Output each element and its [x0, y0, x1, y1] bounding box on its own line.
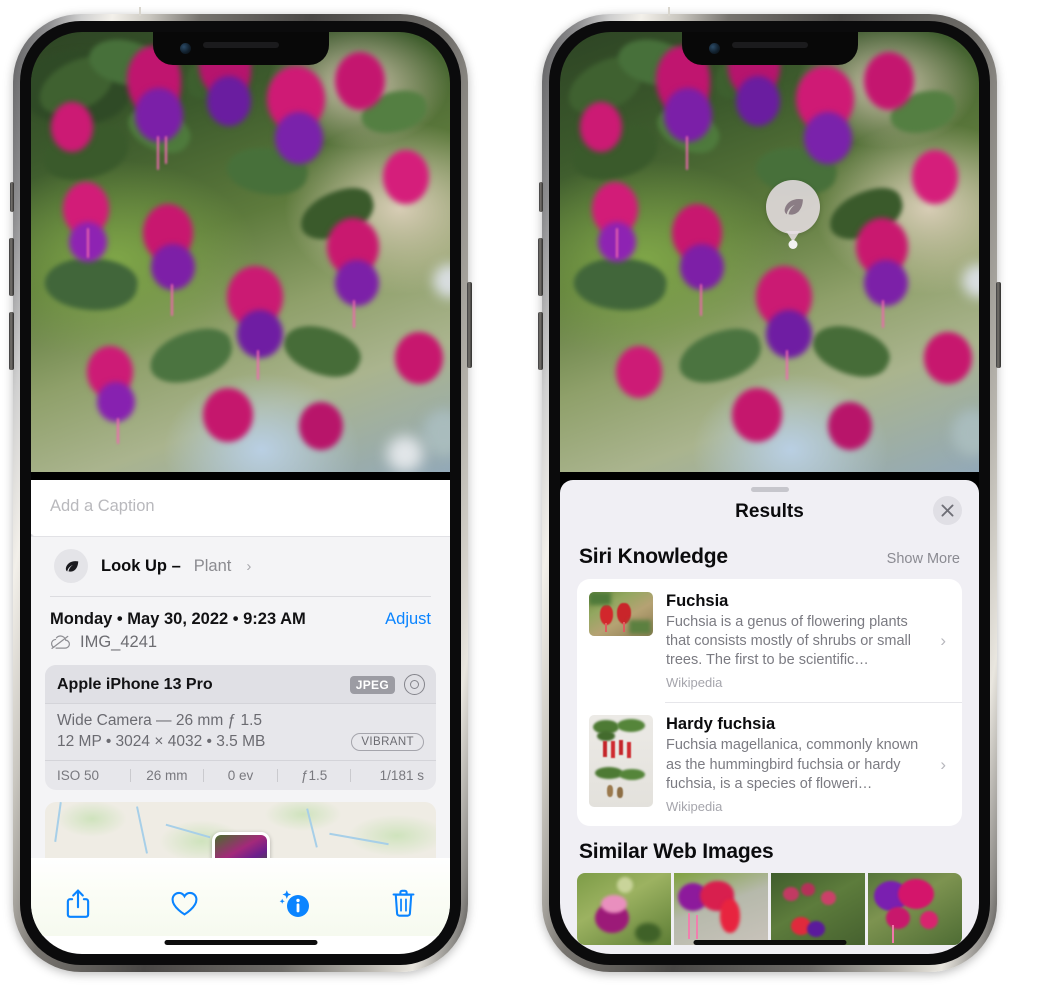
close-icon[interactable]	[933, 496, 962, 525]
iphone-right: Results Siri Knowledge Show More Fuchsia…	[538, 7, 1001, 972]
map-photo-pin	[211, 832, 270, 858]
screen-right: Results Siri Knowledge Show More Fuchsia…	[560, 32, 979, 954]
look-up-section: ✦ ✦ Look Up – Plant ›	[31, 529, 450, 858]
chevron-right-icon: ›	[940, 754, 946, 774]
info-sparkle-icon[interactable]	[278, 888, 312, 920]
adjust-button[interactable]: Adjust	[385, 610, 431, 629]
side-power-button[interactable]	[996, 282, 1001, 368]
knowledge-source: Wikipedia	[666, 798, 723, 814]
notch	[152, 32, 329, 65]
raw-circle-icon	[404, 674, 425, 695]
similar-web-images-header: Similar Web Images	[560, 826, 979, 873]
iphone-left: Add a Caption ✦ ✦ Look Up –	[9, 7, 472, 972]
phone-bezel: Results Siri Knowledge Show More Fuchsia…	[549, 21, 990, 965]
chevron-right-icon: ›	[940, 631, 946, 651]
knowledge-title: Fuchsia	[666, 592, 729, 610]
antenna-line	[139, 7, 141, 16]
photo-info-sheet: Add a Caption ✦ ✦ Look Up –	[31, 480, 450, 954]
similar-web-images-title: Similar Web Images	[579, 839, 774, 863]
volume-down-button[interactable]	[538, 312, 543, 370]
exif-shutter: 1/181 s	[379, 768, 424, 783]
similar-web-images-strip[interactable]	[560, 872, 979, 945]
mute-switch[interactable]	[539, 182, 543, 212]
siri-knowledge-title: Siri Knowledge	[579, 545, 728, 568]
web-image-3[interactable]	[771, 872, 865, 945]
camera-card-header: Apple iPhone 13 Pro JPEG	[45, 665, 436, 704]
home-indicator[interactable]	[164, 939, 317, 945]
photo-toolbar	[31, 858, 450, 936]
notch	[681, 32, 858, 65]
share-icon[interactable]	[65, 888, 91, 920]
web-image-4[interactable]	[868, 872, 962, 945]
siri-knowledge-card: Fuchsia Fuchsia is a genus of flowering …	[577, 579, 962, 826]
mute-switch[interactable]	[10, 182, 14, 212]
show-more-button[interactable]: Show More	[887, 551, 960, 567]
image-specs: 12 MP • 3024 × 4032 • 3.5 MB	[57, 733, 266, 750]
look-up-value: Plant	[193, 556, 232, 575]
earpiece-speaker	[202, 42, 279, 48]
exif-row: ISO 50 26 mm 0 ev ƒ1.5 1/181 s	[45, 760, 436, 790]
knowledge-description: Fuchsia magellanica, commonly known as t…	[666, 737, 919, 792]
knowledge-source: Wikipedia	[666, 675, 723, 691]
photo-fuchsia-right[interactable]	[560, 32, 979, 472]
sparkle-icon: ✦	[31, 529, 35, 545]
visual-look-up-pin[interactable]	[766, 180, 820, 234]
home-indicator[interactable]	[693, 939, 846, 945]
photo-fuchsia-left[interactable]	[31, 32, 450, 472]
side-power-button[interactable]	[467, 282, 472, 368]
results-sheet: Results Siri Knowledge Show More Fuchsia…	[560, 480, 979, 954]
format-badge: JPEG	[349, 675, 395, 694]
volume-up-button[interactable]	[9, 238, 14, 296]
exif-iso: ISO 50	[57, 768, 100, 783]
exif-focal: 26 mm	[146, 768, 188, 783]
camera-card-body: Wide Camera — 26 mm ƒ 1.5 12 MP • 3024 ×…	[45, 704, 436, 760]
volume-up-button[interactable]	[538, 238, 543, 296]
fuchsia-thumb	[589, 592, 653, 636]
leaf-icon	[779, 193, 807, 221]
filename-row: IMG_4241	[31, 629, 450, 665]
look-up-label: Look Up –	[101, 556, 181, 575]
volume-down-button[interactable]	[9, 312, 14, 370]
caption-field-row[interactable]: Add a Caption	[31, 480, 450, 536]
camera-model: Apple iPhone 13 Pro	[57, 675, 213, 693]
screen-left: Add a Caption ✦ ✦ Look Up –	[31, 32, 450, 954]
look-up-row[interactable]: ✦ ✦ Look Up – Plant ›	[31, 529, 450, 596]
earpiece-speaker	[731, 42, 808, 48]
list-item[interactable]: Hardy fuchsia Fuchsia magellanica, commo…	[577, 702, 962, 825]
photo-filename: IMG_4241	[80, 633, 158, 651]
phone-bezel: Add a Caption ✦ ✦ Look Up –	[20, 21, 461, 965]
location-map[interactable]	[45, 802, 436, 858]
results-title: Results	[735, 501, 804, 522]
heart-icon[interactable]	[170, 890, 199, 917]
photo-date: Monday • May 30, 2022 • 9:23 AM	[50, 610, 306, 628]
results-header: Results	[560, 492, 979, 536]
lens-info: Wide Camera — 26 mm ƒ 1.5	[57, 712, 263, 729]
knowledge-description: Fuchsia is a genus of flowering plants t…	[666, 614, 911, 669]
exif-aperture: ƒ1.5	[300, 768, 328, 783]
screenshot-stage: Add a Caption ✦ ✦ Look Up –	[0, 0, 1055, 985]
photographic-style-badge: VIBRANT	[351, 733, 424, 751]
camera-info-card[interactable]: Apple iPhone 13 Pro JPEG Wide Camera — 2…	[45, 665, 436, 790]
front-camera	[179, 43, 191, 54]
front-camera	[708, 43, 720, 54]
caption-input[interactable]: Add a Caption	[50, 497, 431, 516]
date-row: Monday • May 30, 2022 • 9:23 AM Adjust	[31, 597, 450, 629]
leaf-icon	[54, 549, 88, 583]
web-image-1[interactable]	[577, 872, 671, 945]
antenna-line	[668, 7, 670, 16]
trash-icon[interactable]	[391, 888, 416, 919]
cloud-slash-icon	[50, 635, 71, 650]
web-image-2[interactable]	[674, 872, 768, 945]
exif-ev: 0 ev	[227, 768, 254, 783]
knowledge-title: Hardy fuchsia	[666, 715, 776, 734]
list-item[interactable]: Fuchsia Fuchsia is a genus of flowering …	[577, 579, 962, 702]
hardy-fuchsia-thumb	[589, 715, 653, 808]
siri-knowledge-header: Siri Knowledge Show More	[560, 536, 979, 579]
chevron-right-icon: ›	[246, 557, 252, 575]
